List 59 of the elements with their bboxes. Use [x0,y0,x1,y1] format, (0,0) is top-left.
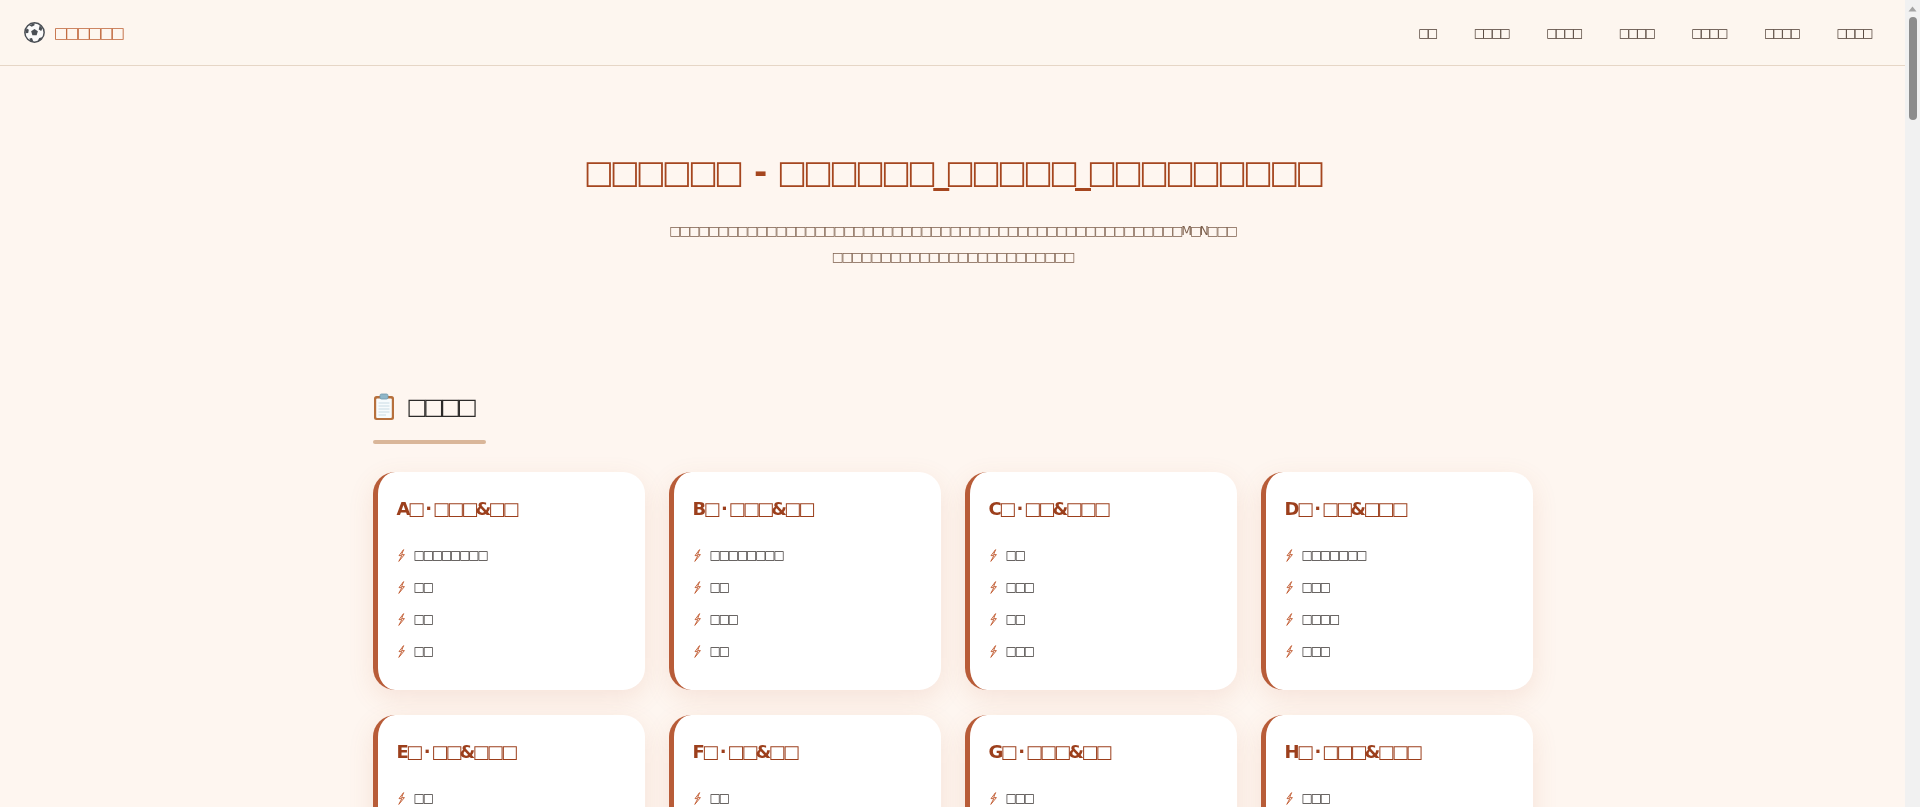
lightning-icon [396,644,406,658]
group-title: C□ · □□&□□□ [988,497,1110,521]
lightning-icon [988,644,998,658]
nav-link[interactable]: □□ [1406,19,1448,46]
card-item-text: □□ [709,580,728,594]
section-title: □□□□ [406,393,474,421]
card-item-text: □□□ [709,612,737,626]
group-title: B□ · □□□&□□ [692,497,815,521]
nav-link[interactable]: □□□□ [1679,19,1738,46]
card-item-text: □□□ [1005,644,1033,658]
nav-link[interactable]: □□□□ [1824,19,1883,46]
lightning-icon [396,612,406,626]
lightning-icon [692,612,702,626]
lightning-icon [988,548,998,562]
card-item-text: □□□□□□□ [1301,548,1366,562]
soccer-ball-icon [24,22,45,43]
lightning-icon [1284,644,1294,658]
card-item-text: □□□□□□□□ [413,548,487,562]
group-title: E□ · □□&□□□ [396,740,517,764]
lightning-icon [396,548,406,562]
card-item-text: □□ [709,644,728,658]
lightning-icon [988,612,998,626]
nav-link[interactable]: □□□□ [1751,19,1811,46]
card-item-text: □□ [413,791,432,805]
logo-link[interactable]: □□□□□□ [24,22,123,43]
card-item-text: □□ [413,644,432,658]
nav-link[interactable]: □□□□ [1534,19,1593,46]
lightning-icon [692,644,702,658]
lightning-icon [692,580,702,594]
card-item-text: □□ [1005,612,1024,626]
lightning-icon [988,580,998,594]
card-item-text: □□□□ [1301,612,1339,626]
card-item-text: □□□□□□□□ [709,548,783,562]
group-title: D□ · □□&□□□ [1284,497,1408,521]
lightning-icon [1284,612,1294,626]
card-item-text: □□□ [1005,580,1033,594]
page-subtitle: □□□□□□□□□□□□□□□□□□□□□□□□□□□□□□□□□□□□□□□□□□□□□□□□□□□□□M□N□□□□□□□□□□□□□□□□□□□□□□□□□□□□ [668,222,1238,266]
card-item-text: □□□ [1301,580,1329,594]
lightning-icon [1284,580,1294,594]
card-item-text: □□□ [1301,644,1329,658]
card-item-text: □□ [413,580,432,594]
scrollbar-thumb[interactable] [1908,17,1917,120]
lightning-icon [692,548,702,562]
clipboard-icon [372,393,395,421]
card-item-text: □□ [709,791,728,805]
group-title: F□ · □□&□□ [692,740,799,764]
nav-link[interactable]: □□□□ [1461,19,1521,46]
card-item-text: □□ [1005,548,1024,562]
card-item-text: □□□ [1301,791,1329,805]
lightning-icon [1284,548,1294,562]
group-title: H□ · □□□&□□□ [1284,740,1422,764]
scroll-up-arrow-icon[interactable] [1908,6,1917,12]
card-item-text: □□□ [1005,791,1033,805]
nav-link[interactable]: □□□□ [1606,19,1666,46]
group-title: G□ · □□□&□□ [988,740,1112,764]
card-item-text: □□ [413,612,432,626]
page-title: □□□□□□ - □□□□□□_□□□□□_□□□□□□□□□ [582,152,1323,193]
group-title: A□ · □□□&□□ [396,497,519,521]
lightning-icon [396,580,406,594]
